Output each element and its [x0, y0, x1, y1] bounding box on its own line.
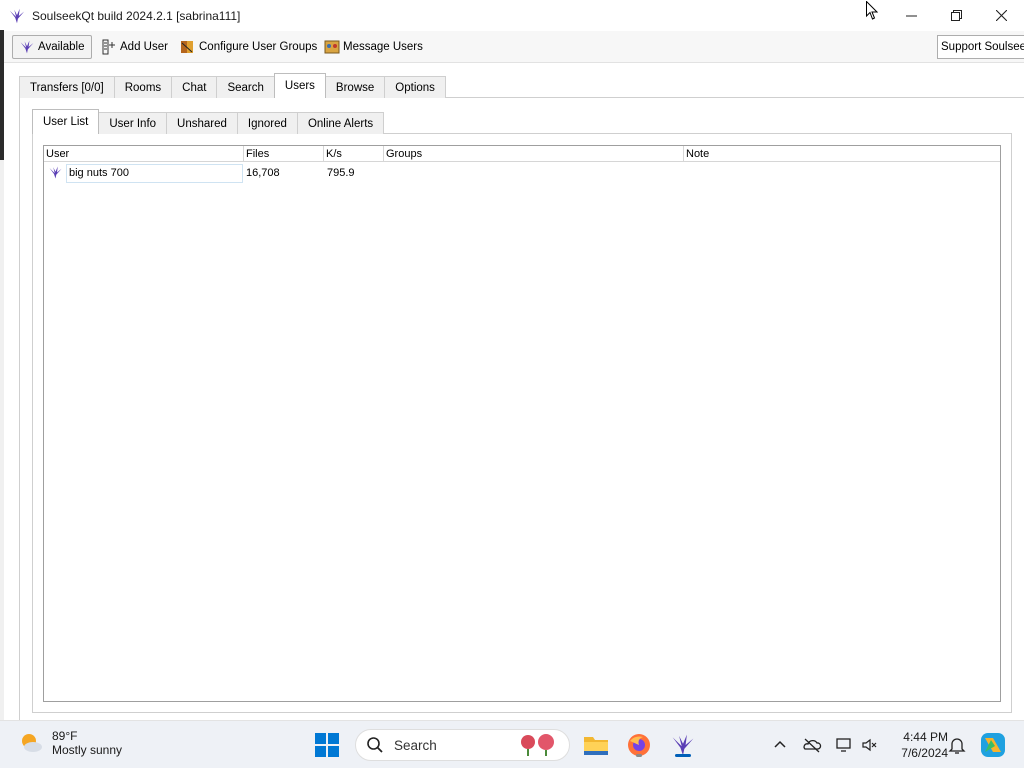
- close-button[interactable]: [979, 0, 1024, 31]
- subtab-user-list[interactable]: User List: [32, 109, 100, 134]
- window-title: SoulseekQt build 2024.2.1 [sabrina111]: [32, 8, 241, 23]
- chevron-up-icon[interactable]: [770, 735, 790, 755]
- search-icon: [367, 737, 383, 753]
- mouse-cursor-icon: [866, 1, 878, 20]
- taskbar-clock[interactable]: 4:44 PM 7/6/2024: [890, 729, 948, 761]
- onedrive-icon[interactable]: [802, 735, 822, 755]
- tab-rooms[interactable]: Rooms: [113, 76, 173, 98]
- message-users-icon: [324, 40, 340, 54]
- configure-user-groups-label: Configure User Groups: [199, 41, 318, 53]
- subtab-online-alerts[interactable]: Online Alerts: [296, 112, 385, 134]
- restore-button[interactable]: [934, 0, 979, 31]
- clock-date: 7/6/2024: [901, 746, 948, 760]
- table-header: User Files K/s Groups Note: [44, 146, 1000, 162]
- message-users-label: Message Users: [343, 41, 423, 53]
- close-icon: [996, 10, 1007, 21]
- add-user-button[interactable]: Add User: [97, 35, 172, 59]
- table-row[interactable]: big nuts 700 16,708 795.9: [44, 163, 1000, 183]
- folder-icon: [584, 737, 608, 755]
- tab-users[interactable]: Users: [273, 73, 326, 98]
- subtab-unshared[interactable]: Unshared: [166, 112, 238, 134]
- copilot-icon[interactable]: [980, 732, 1006, 758]
- windows-taskbar: 89°F Mostly sunny Search 4:44 PM 7/6/202…: [0, 720, 1024, 768]
- toolbar: Available Add User Configure User Groups…: [0, 31, 1024, 63]
- column-header-files[interactable]: Files: [244, 146, 324, 162]
- windows-start-icon[interactable]: [315, 733, 339, 757]
- tab-search[interactable]: Search: [216, 76, 275, 98]
- volume-muted-icon[interactable]: [860, 735, 880, 755]
- file-explorer-taskbar-button[interactable]: [581, 730, 611, 760]
- restore-icon: [951, 10, 962, 21]
- soulseek-bird-icon: [20, 40, 34, 54]
- notification-bell-icon[interactable]: [948, 735, 966, 755]
- tab-transfers[interactable]: Transfers [0/0]: [19, 76, 115, 98]
- support-soulseek-button[interactable]: Support Soulseek: [937, 35, 1024, 59]
- weather-widget[interactable]: 89°F Mostly sunny: [18, 729, 122, 757]
- message-users-button[interactable]: Message Users: [320, 35, 427, 59]
- column-header-groups[interactable]: Groups: [384, 146, 684, 162]
- row-speed: 795.9: [327, 167, 355, 179]
- weather-temperature: 89°F: [52, 729, 78, 743]
- system-tray: [770, 721, 880, 768]
- taskbar-search-box[interactable]: Search: [355, 729, 570, 761]
- tab-options[interactable]: Options: [384, 76, 446, 98]
- status-button[interactable]: Available: [12, 35, 92, 59]
- soulseek-taskbar-button[interactable]: [668, 730, 698, 760]
- tab-chat[interactable]: Chat: [171, 76, 218, 98]
- tab-browse[interactable]: Browse: [324, 76, 386, 98]
- minimize-button[interactable]: [889, 0, 934, 31]
- column-header-note[interactable]: Note: [684, 146, 1000, 162]
- firefox-taskbar-button[interactable]: [624, 730, 654, 760]
- users-sub-tab-bar: User List User Info Unshared Ignored Onl…: [32, 109, 385, 134]
- subtab-user-info[interactable]: User Info: [98, 112, 168, 134]
- taskbar-search-label: Search: [394, 737, 437, 753]
- column-header-speed[interactable]: K/s: [324, 146, 384, 162]
- configure-user-groups-button[interactable]: Configure User Groups: [176, 35, 321, 59]
- user-list-table[interactable]: User Files K/s Groups Note big nuts 700 …: [43, 145, 1001, 702]
- support-label: Support Soulseek: [941, 41, 1024, 53]
- subtab-ignored[interactable]: Ignored: [236, 112, 298, 134]
- add-user-label: Add User: [120, 41, 168, 53]
- row-groups: [386, 163, 682, 183]
- main-tab-bar: Transfers [0/0] Rooms Chat Search Users …: [19, 73, 446, 98]
- column-header-user[interactable]: User: [44, 146, 244, 162]
- row-files: 16,708: [246, 167, 280, 179]
- soulseek-bird-icon: [9, 8, 25, 23]
- network-icon[interactable]: [834, 735, 854, 755]
- row-user-name[interactable]: big nuts 700: [66, 164, 243, 183]
- partly-sunny-icon: [22, 734, 42, 752]
- weather-condition: Mostly sunny: [52, 743, 123, 757]
- minimize-icon: [906, 15, 917, 17]
- window-edge: [0, 30, 4, 160]
- clock-time: 4:44 PM: [903, 730, 948, 744]
- add-user-icon: [102, 39, 115, 55]
- soulseek-bird-icon: [49, 166, 62, 179]
- roses-search-highlight-icon: [521, 734, 554, 756]
- row-note: [686, 163, 996, 183]
- status-label: Available: [38, 41, 85, 53]
- user-groups-icon: [181, 41, 193, 53]
